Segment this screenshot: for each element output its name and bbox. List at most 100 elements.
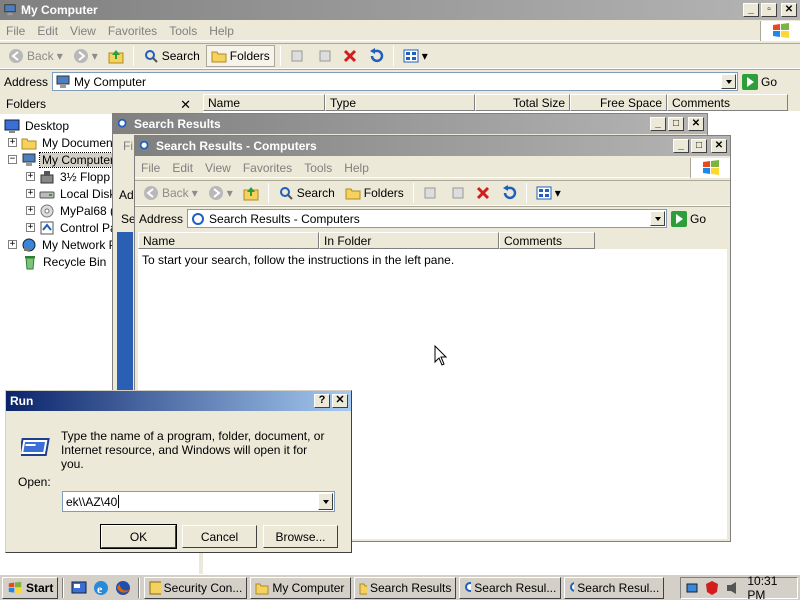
address-dropdown-arrow[interactable] <box>650 211 666 226</box>
menu-favorites[interactable]: Favorites <box>102 24 163 38</box>
help-button[interactable]: ? <box>314 394 330 408</box>
col-name[interactable]: Name <box>138 232 319 249</box>
tree-item-floppy[interactable]: + 3½ Flopp <box>26 168 112 185</box>
col-name[interactable]: Name <box>203 94 325 111</box>
address-input[interactable]: Search Results - Computers <box>187 209 668 228</box>
menu-favorites[interactable]: Favorites <box>237 161 298 175</box>
expand-plus-icon[interactable]: + <box>8 240 17 249</box>
collapse-minus-icon[interactable]: − <box>8 155 17 164</box>
col-in-folder[interactable]: In Folder <box>319 232 499 249</box>
browse-button[interactable]: Browse... <box>263 525 338 548</box>
folders-button[interactable]: Folders <box>341 182 408 204</box>
close-button[interactable]: ✕ <box>332 394 348 408</box>
forward-button[interactable]: ▾ <box>204 182 237 204</box>
delete-button[interactable] <box>338 45 362 67</box>
back-button[interactable]: Back ▾ <box>139 182 202 204</box>
copy-to-button[interactable] <box>445 182 469 204</box>
firefox-icon[interactable] <box>114 579 132 597</box>
network-tray-icon[interactable] <box>685 580 700 596</box>
tree-item-my-documents[interactable]: + My Document <box>8 134 118 151</box>
forward-button[interactable]: ▾ <box>69 45 102 67</box>
task-my-computer[interactable]: My Computer <box>250 576 352 599</box>
col-total-size[interactable]: Total Size <box>475 94 570 111</box>
menu-file[interactable]: File <box>0 24 31 38</box>
col-comments[interactable]: Comments <box>667 94 788 111</box>
security-tray-icon[interactable] <box>704 580 719 596</box>
start-button[interactable]: Start <box>2 576 59 599</box>
copy-to-button[interactable] <box>312 45 336 67</box>
menu-file[interactable]: File <box>135 161 166 175</box>
volume-tray-icon[interactable] <box>724 580 739 596</box>
maximize-button[interactable]: □ <box>668 117 684 131</box>
menu-edit[interactable]: Edit <box>31 24 64 38</box>
ok-button[interactable]: OK <box>100 524 177 549</box>
menu-view[interactable]: View <box>64 24 102 38</box>
folders-button[interactable]: Folders <box>205 45 275 67</box>
close-button[interactable]: ✕ <box>711 139 727 153</box>
col-free-space[interactable]: Free Space <box>570 94 667 111</box>
maximize-button[interactable]: □ <box>691 139 707 153</box>
menu-edit[interactable]: Edit <box>166 161 199 175</box>
expand-plus-icon[interactable]: + <box>8 138 17 147</box>
close-button[interactable]: ✕ <box>688 117 704 131</box>
search-computers-titlebar[interactable]: Search Results - Computers _ □ ✕ <box>135 136 730 156</box>
menu-help[interactable]: Help <box>338 161 375 175</box>
up-folder-button[interactable] <box>104 45 128 67</box>
back-button[interactable]: Back ▾ <box>4 45 67 67</box>
tree-item-recycle-bin[interactable]: Recycle Bin <box>22 253 108 270</box>
open-combobox[interactable]: ek\\AZ\40 <box>62 491 335 512</box>
tree-item-local-disk[interactable]: + Local Disk <box>26 185 117 202</box>
search-results-title: Search Results <box>134 117 221 131</box>
folders-pane-close-icon[interactable]: ✕ <box>180 97 191 113</box>
expand-plus-icon[interactable]: + <box>26 206 35 215</box>
expand-plus-icon[interactable]: + <box>26 223 35 232</box>
col-type[interactable]: Type <box>325 94 475 111</box>
views-button[interactable]: ▾ <box>532 182 565 204</box>
minimize-button[interactable]: _ <box>743 3 759 17</box>
expand-plus-icon[interactable]: + <box>26 172 35 181</box>
address-input[interactable]: My Computer <box>52 72 739 91</box>
internet-explorer-icon[interactable]: e <box>92 579 110 597</box>
col-comments[interactable]: Comments <box>499 232 595 249</box>
go-arrow-icon <box>671 210 688 227</box>
go-button[interactable]: Go <box>671 210 706 227</box>
go-button[interactable]: Go <box>742 73 777 90</box>
tree-item-my-computer[interactable]: − My Computer <box>8 151 118 168</box>
delete-button[interactable] <box>471 182 495 204</box>
up-folder-button[interactable] <box>239 182 263 204</box>
address-dropdown-arrow[interactable] <box>721 74 737 89</box>
undo-button[interactable] <box>497 182 521 204</box>
tree-item-network[interactable]: + My Network P <box>8 236 119 253</box>
task-security-console[interactable]: Security Con... <box>144 576 248 599</box>
search-results-titlebar[interactable]: Search Results _ □ ✕ <box>113 114 707 134</box>
toolbar-separator <box>267 183 269 203</box>
search-button[interactable]: Search <box>139 45 204 67</box>
search-button[interactable]: Search <box>274 182 339 204</box>
views-button[interactable]: ▾ <box>399 45 432 67</box>
clock[interactable]: 10:31 PM <box>747 574 797 602</box>
windows-logo-icon <box>690 158 730 178</box>
open-dropdown-arrow[interactable] <box>318 493 333 510</box>
task-search-results-2[interactable]: Search Resul... <box>459 576 562 599</box>
close-button[interactable]: ✕ <box>781 3 797 17</box>
menu-tools[interactable]: Tools <box>163 24 203 38</box>
task-search-results-3[interactable]: Search Resul... <box>564 576 665 599</box>
show-desktop-icon[interactable] <box>70 579 88 597</box>
minimize-button[interactable]: _ <box>673 139 689 153</box>
menu-tools[interactable]: Tools <box>298 161 338 175</box>
cancel-button[interactable]: Cancel <box>182 525 257 548</box>
undo-button[interactable] <box>364 45 388 67</box>
tree-item-control-panel[interactable]: + Control Pa <box>26 219 119 236</box>
expand-plus-icon[interactable]: + <box>26 189 35 198</box>
restore-button[interactable]: ▫ <box>761 3 777 17</box>
tree-item-cd-drive[interactable]: + MyPal68 ( <box>26 202 116 219</box>
minimize-button[interactable]: _ <box>650 117 666 131</box>
move-to-button[interactable] <box>419 182 443 204</box>
menu-help[interactable]: Help <box>203 24 240 38</box>
task-search-results[interactable]: Search Results <box>354 576 457 599</box>
menu-view[interactable]: View <box>199 161 237 175</box>
main-titlebar[interactable]: My Computer _ ▫ ✕ <box>0 0 800 20</box>
run-titlebar[interactable]: Run ? ✕ <box>6 391 351 411</box>
tree-item-desktop[interactable]: Desktop <box>4 117 71 134</box>
move-to-button[interactable] <box>286 45 310 67</box>
